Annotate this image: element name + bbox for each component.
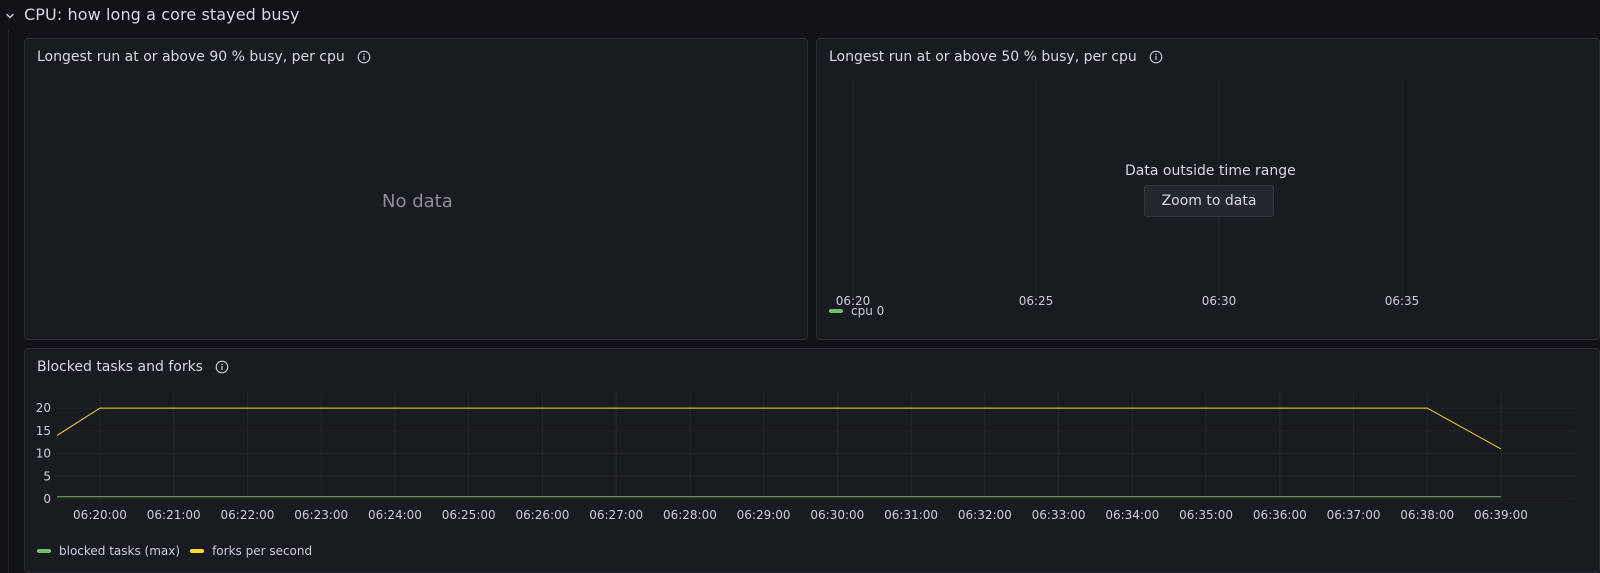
panel-title[interactable]: Blocked tasks and forks	[37, 359, 229, 375]
x-tick-label: 06:20:00	[73, 508, 127, 522]
y-tick-label: 20	[36, 401, 51, 415]
panel-title-text: Longest run at or above 50 % busy, per c…	[829, 49, 1137, 65]
x-tick-label: 06:34:00	[1105, 508, 1159, 522]
x-tick-label: 06:24:00	[368, 508, 422, 522]
panel-title[interactable]: Longest run at or above 50 % busy, per c…	[829, 49, 1163, 65]
x-tick-label: 06:36:00	[1253, 508, 1307, 522]
x-tick-label: 06:37:00	[1327, 508, 1381, 522]
out-of-range-message: Data outside time range	[1125, 163, 1296, 179]
legend-label: cpu 0	[851, 304, 885, 318]
legend: cpu 0	[829, 304, 894, 318]
row-header[interactable]: CPU: how long a core stayed busy	[0, 0, 1600, 32]
x-tick-label: 06:33:00	[1032, 508, 1086, 522]
row-title[interactable]: CPU: how long a core stayed busy	[24, 5, 300, 24]
y-tick-label: 0	[43, 492, 51, 506]
x-tick-label: 06:27:00	[589, 508, 643, 522]
legend-item[interactable]: cpu 0	[829, 304, 884, 318]
legend-label: blocked tasks (max)	[59, 544, 181, 558]
legend-swatch	[829, 309, 843, 313]
zoom-to-data-button[interactable]: Zoom to data	[1144, 185, 1274, 217]
x-tick-label: 06:31:00	[884, 508, 938, 522]
series-line	[56, 407, 1502, 450]
x-tick-label: 06:30	[1202, 294, 1237, 308]
y-tick-label: 15	[36, 424, 51, 438]
legend-swatch	[190, 549, 205, 553]
x-tick-label: 06:22:00	[221, 508, 275, 522]
x-tick-label: 06:25:00	[442, 508, 496, 522]
y-tick-label: 10	[36, 447, 51, 461]
row-guide-line	[8, 30, 9, 573]
panel-title-text: Longest run at or above 90 % busy, per c…	[37, 49, 345, 65]
info-icon[interactable]	[1149, 50, 1163, 64]
x-tick-label: 06:21:00	[147, 508, 201, 522]
x-tick-label: 06:35	[1385, 294, 1420, 308]
legend-item[interactable]: forks per second	[190, 544, 312, 558]
no-data-message: No data	[382, 191, 453, 212]
legend-item[interactable]: blocked tasks (max)	[37, 544, 180, 558]
panel-blocked-forks: Blocked tasks and forks 0 5 10 15 20 06:20:00…	[24, 348, 1600, 573]
vertical-grid	[852, 81, 1403, 297]
info-icon[interactable]	[215, 360, 229, 374]
legend-swatch	[37, 549, 51, 553]
panel-title-text: Blocked tasks and forks	[37, 359, 203, 375]
x-tick-label: 06:26:00	[515, 508, 569, 522]
x-tick-label: 06:39:00	[1474, 508, 1528, 522]
info-icon[interactable]	[357, 50, 371, 64]
x-tick-label: 06:25	[1019, 294, 1054, 308]
legend: blocked tasks (max) forks per second	[37, 544, 322, 558]
panel-busy-50: Longest run at or above 50 % busy, per c…	[816, 38, 1600, 340]
legend-label: forks per second	[212, 544, 313, 558]
blocked-forks-chart: 0 5 10 15 20 06:20:00 06:21:00 06:22:00 06:23:00…	[36, 393, 1575, 522]
x-tick-label: 06:35:00	[1179, 508, 1233, 522]
panel-title[interactable]: Longest run at or above 90 % busy, per c…	[37, 49, 371, 65]
x-tick-label: 06:32:00	[958, 508, 1012, 522]
x-tick-label: 06:28:00	[663, 508, 717, 522]
x-tick-label: 06:29:00	[737, 508, 791, 522]
chevron-down-icon[interactable]	[3, 9, 17, 23]
x-tick-label: 06:23:00	[294, 508, 348, 522]
panel-busy-90: Longest run at or above 90 % busy, per c…	[24, 38, 808, 340]
x-tick-label: 06:30:00	[810, 508, 864, 522]
y-tick-label: 5	[43, 469, 51, 483]
x-tick-label: 06:38:00	[1400, 508, 1454, 522]
